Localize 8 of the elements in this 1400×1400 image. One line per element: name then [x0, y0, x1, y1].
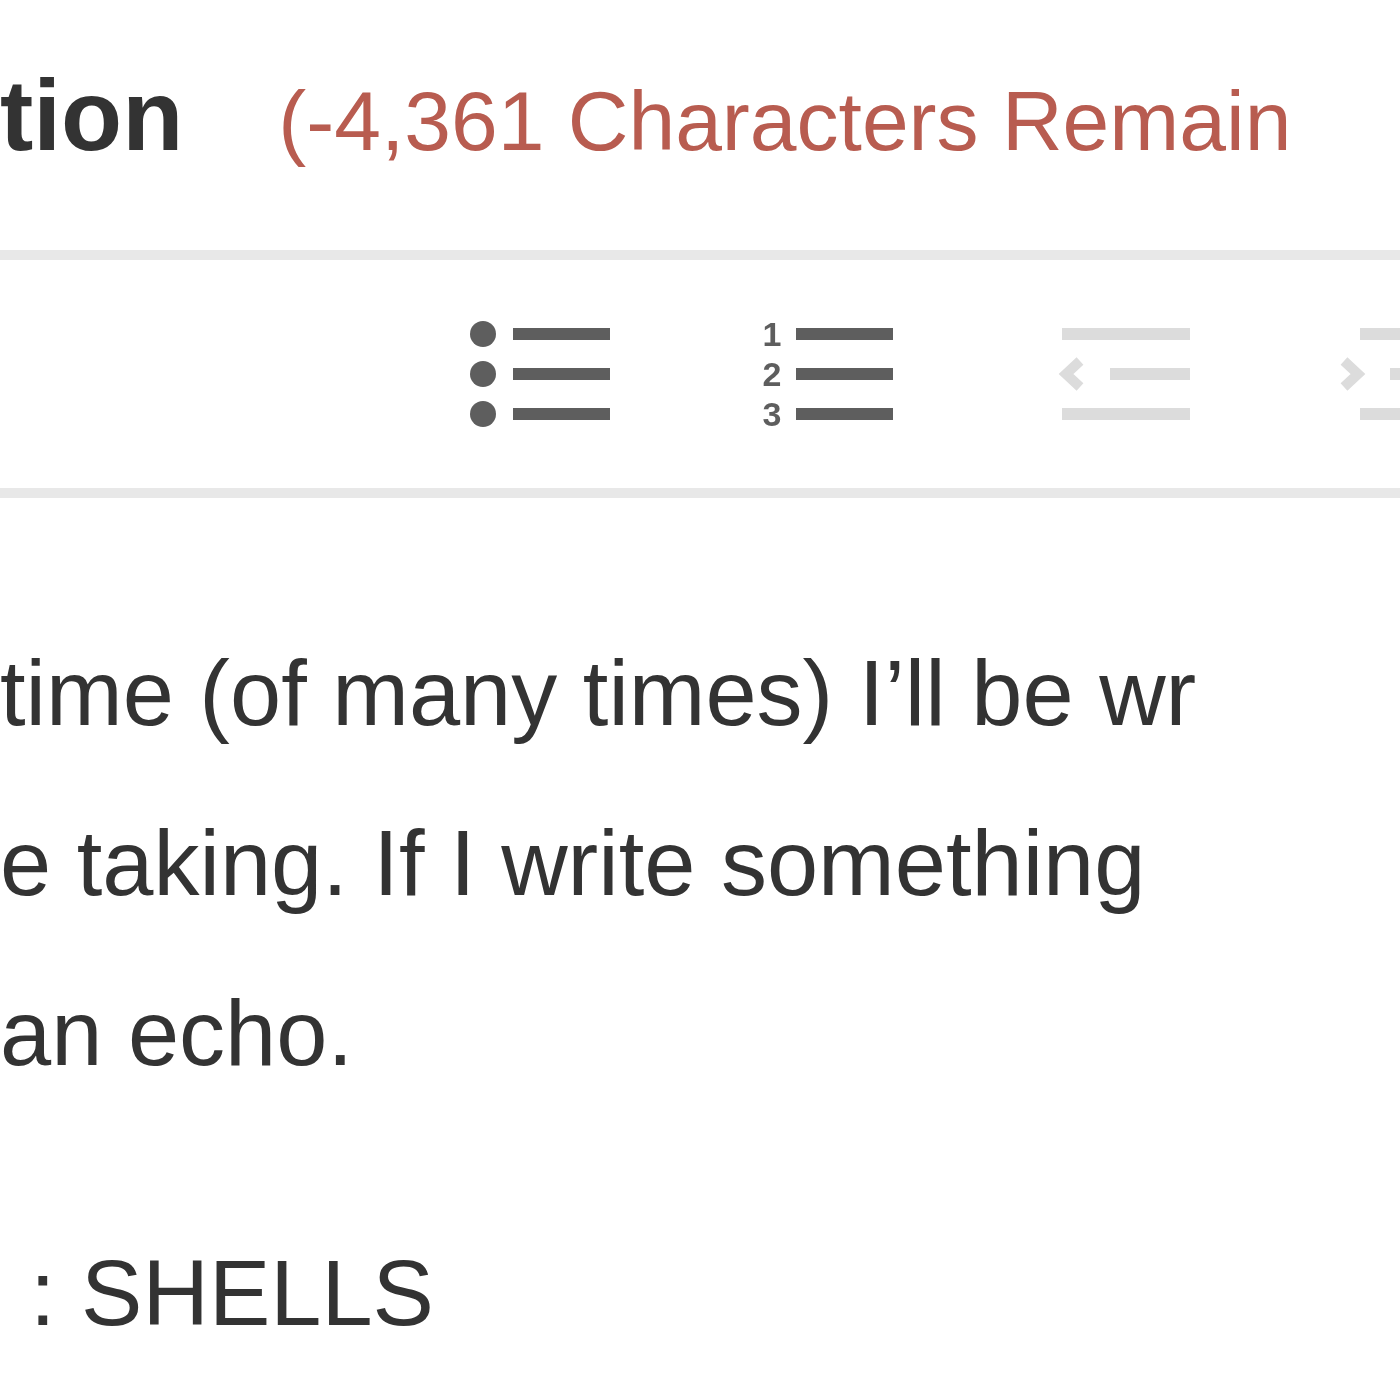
character-counter: (-4,361 Characters Remain	[278, 75, 1292, 168]
text-line: time (of many times) I’ll be wr	[0, 641, 1198, 746]
text-line: an echo.	[0, 981, 354, 1086]
section-title: tion	[0, 60, 184, 170]
bulleted-list-button[interactable]	[470, 319, 610, 429]
section-heading: : SHELLS	[29, 1241, 435, 1346]
text-line: e taking. If I write something	[0, 811, 1147, 916]
numbered-list-button[interactable]: 1 2 3	[760, 319, 900, 429]
